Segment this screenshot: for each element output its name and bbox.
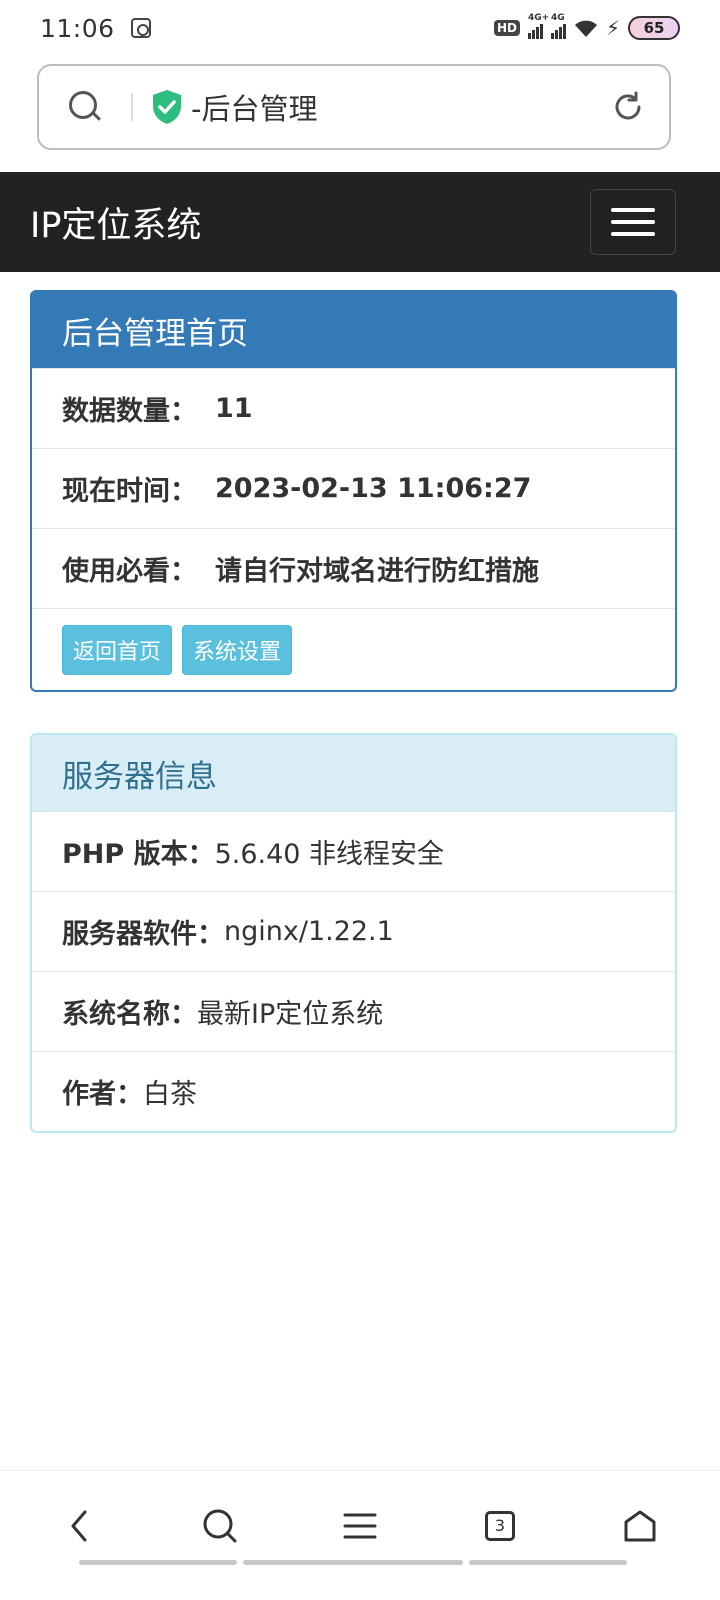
notice-label: 使用必看： [62,556,197,587]
status-left: 11:06 [40,14,151,43]
current-time-row: 现在时间： 2023-02-13 11:06:27 [32,448,675,528]
tabs-icon[interactable]: 3 [470,1496,530,1556]
notification-icon [130,18,151,38]
shield-check-icon [153,90,181,124]
address-bar[interactable]: -后台管理 [37,64,671,150]
system-name-row: 系统名称： 最新IP定位系统 [32,971,675,1051]
reload-icon[interactable] [611,90,645,124]
current-time-value: 2023-02-13 11:06:27 [215,473,532,504]
server-info-heading: 服务器信息 [32,735,675,811]
notice-value: 请自行对域名进行防红措施 [215,556,539,587]
server-info-panel: 服务器信息 PHP 版本： 5.6.40 非线程安全 服务器软件： nginx/… [30,733,677,1133]
network-label-1: 4G+ [527,13,550,23]
battery-indicator: 65 [628,16,680,40]
status-time: 11:06 [40,13,115,43]
page-title-field[interactable]: -后台管理 [191,86,611,128]
php-version-label: PHP 版本： [62,839,215,870]
address-divider [131,93,133,121]
signal-icon-1: 4G+ [527,13,549,39]
data-count-label: 数据数量： [62,396,197,427]
system-name-value: 最新IP定位系统 [197,999,384,1030]
status-bar: 11:06 HD 4G+ 4G ⚡ 65 [0,0,720,56]
admin-panel: 后台管理首页 数据数量： 11 现在时间： 2023-02-13 11:06:2… [30,290,677,692]
wifi-icon [574,18,598,38]
home-icon[interactable] [610,1496,670,1556]
php-version-row: PHP 版本： 5.6.40 非线程安全 [32,811,675,891]
search-icon[interactable] [67,89,103,125]
hd-badge: HD [493,20,520,36]
gesture-bar-left [79,1560,237,1565]
network-label-2: 4G [550,13,565,23]
system-name-label: 系统名称： [62,999,197,1030]
server-software-row: 服务器软件： nginx/1.22.1 [32,891,675,971]
home-button[interactable]: 返回首页 [62,624,173,675]
search-icon[interactable] [190,1496,250,1556]
server-software-value: nginx/1.22.1 [224,916,394,947]
gesture-bar-right [469,1560,627,1565]
navbar: IP定位系统 [0,172,720,272]
signal-icon-2: 4G [550,13,566,39]
tab-count: 3 [485,1510,515,1541]
hamburger-icon[interactable] [590,189,676,255]
navbar-brand[interactable]: IP定位系统 [30,197,201,248]
author-row: 作者： 白茶 [32,1051,675,1131]
charging-icon: ⚡ [605,16,620,40]
notice-row: 使用必看： 请自行对域名进行防红措施 [32,528,675,608]
settings-button[interactable]: 系统设置 [182,624,293,675]
author-value: 白茶 [143,1079,197,1110]
author-label: 作者： [62,1079,143,1110]
data-count-value: 11 [215,393,253,424]
admin-panel-heading: 后台管理首页 [32,292,675,368]
php-version-value: 5.6.40 非线程安全 [214,839,445,870]
server-software-label: 服务器软件： [62,919,224,950]
menu-icon[interactable] [330,1496,390,1556]
current-time-label: 现在时间： [62,476,197,507]
data-count-row: 数据数量： 11 [32,368,675,448]
back-icon[interactable] [50,1496,110,1556]
admin-button-row: 返回首页 系统设置 [32,608,675,690]
gesture-bar-center [243,1560,463,1565]
status-right: HD 4G+ 4G ⚡ 65 [493,13,680,40]
